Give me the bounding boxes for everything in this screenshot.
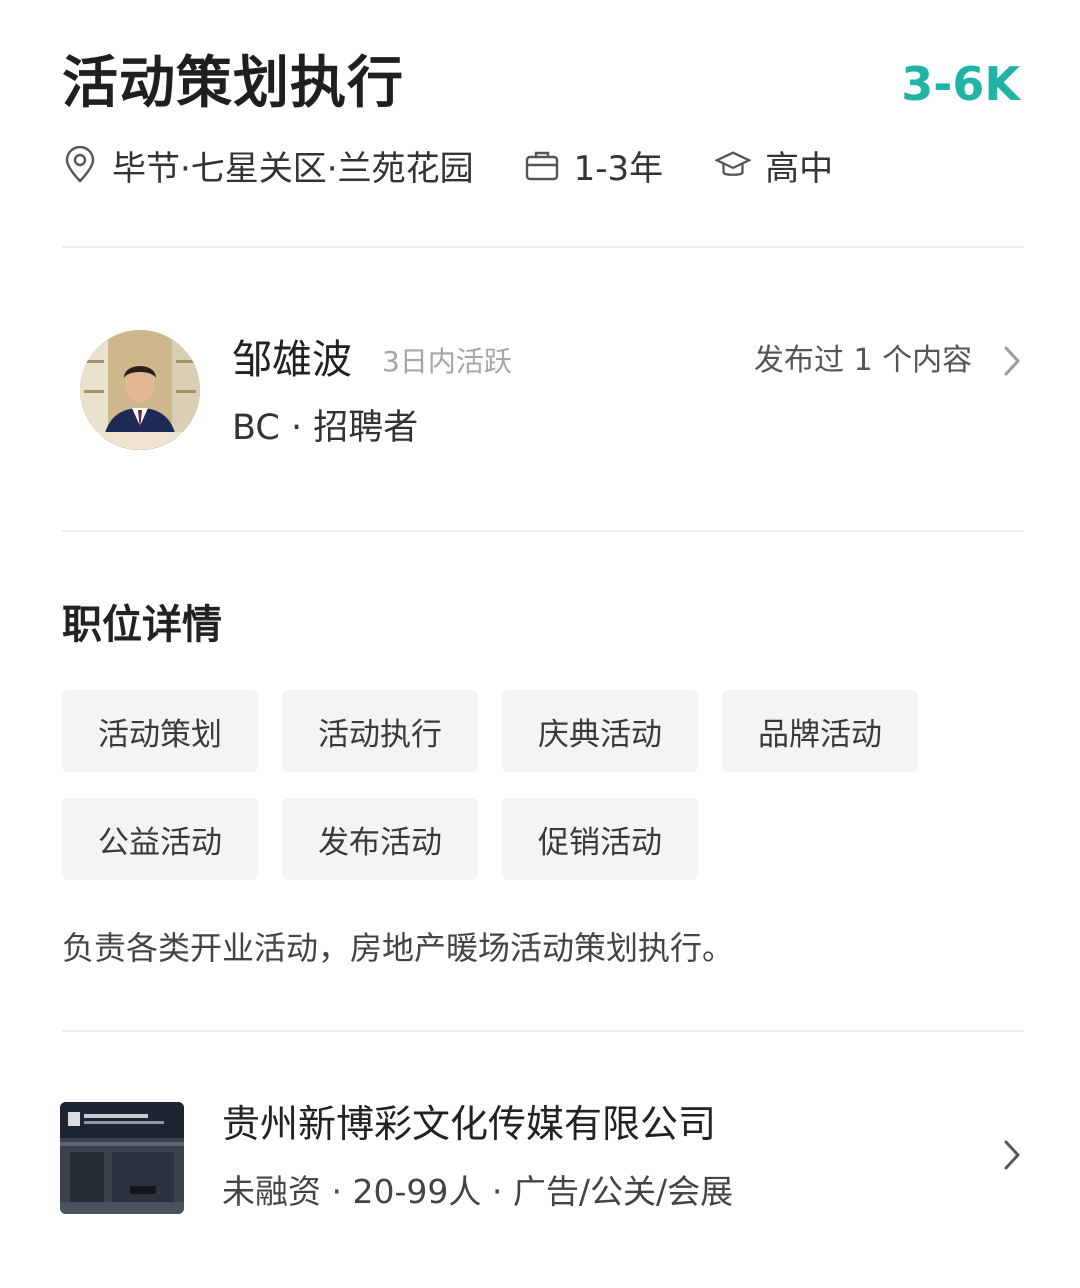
recruiter-name: 邹雄波 (232, 337, 352, 383)
job-location: 毕节·七星关区·兰苑花园 (62, 141, 474, 190)
chevron-right-icon[interactable] (996, 340, 1026, 382)
skill-tag: 活动策划 (62, 690, 258, 772)
section-title: 职位详情 (62, 602, 222, 648)
skill-tag: 促销活动 (502, 798, 698, 880)
job-description: 负责各类开业活动，房地产暖场活动策划执行。 (62, 929, 735, 967)
job-experience-text: 1-3年 (573, 148, 664, 189)
briefcase-icon (524, 145, 560, 185)
skill-tags: 活动策划 活动执行 庆典活动 品牌活动 公益活动 发布活动 促销活动 (62, 690, 942, 880)
salary: 3-6K (901, 57, 1020, 111)
recruiter-avatar[interactable] (80, 330, 200, 450)
job-education-text: 高中 (765, 148, 834, 189)
skill-tag: 活动执行 (282, 690, 478, 772)
skill-tag: 公益活动 (62, 798, 258, 880)
recruiter-posts-link[interactable]: 发布过 1 个内容 (754, 340, 972, 382)
skill-tag: 品牌活动 (722, 690, 918, 772)
job-experience: 1-3年 (524, 141, 664, 190)
job-location-text: 毕节·七星关区·兰苑花园 (112, 148, 474, 189)
company-info: 未融资 · 20-99人 · 广告/公关/会展 (222, 1172, 734, 1211)
chevron-right-icon[interactable] (996, 1134, 1026, 1176)
company-logo[interactable] (60, 1102, 184, 1214)
location-pin-icon (62, 145, 98, 185)
job-meta-row: 毕节·七星关区·兰苑花园 1-3年 高中 (62, 140, 833, 190)
active-status: 3日内活跃 (382, 345, 512, 378)
skill-tag: 庆典活动 (502, 690, 698, 772)
job-education: 高中 (715, 141, 833, 190)
company-name[interactable]: 贵州新博彩文化传媒有限公司 (222, 1098, 716, 1150)
recruiter-role: BC · 招聘者 (232, 408, 419, 448)
graduation-cap-icon (715, 145, 752, 185)
divider (62, 246, 1024, 248)
skill-tag: 发布活动 (282, 798, 478, 880)
divider (62, 530, 1024, 532)
job-title: 活动策划执行 (62, 51, 404, 116)
divider (62, 1030, 1024, 1032)
